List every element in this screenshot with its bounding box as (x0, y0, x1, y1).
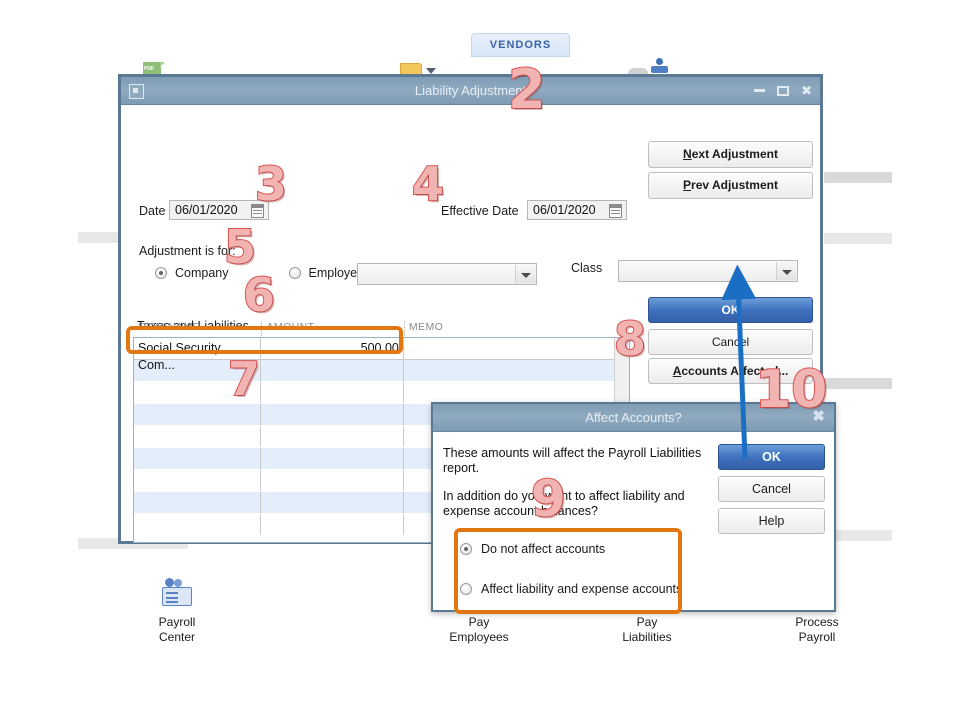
dialog-text-primary: These amounts will affect the Payroll Li… (443, 446, 702, 475)
footer-payroll-center[interactable]: Payroll Center (145, 615, 209, 645)
radio-employee[interactable] (288, 267, 301, 279)
radio-employee-label: Employee (308, 266, 365, 280)
date-input[interactable]: 06/01/2020 (169, 200, 269, 220)
person-body (651, 66, 668, 73)
maximize-icon[interactable] (777, 85, 790, 96)
annotation-5: 5 (223, 219, 257, 275)
cell-amount[interactable] (261, 360, 404, 381)
cell-amount[interactable] (261, 514, 404, 535)
cell-amount[interactable] (261, 382, 404, 403)
cell-amount[interactable] (261, 404, 404, 425)
radio-affect-accounts-label: Affect liability and expense accounts (481, 582, 683, 596)
radio-do-not-affect-accounts[interactable] (460, 543, 472, 555)
annotation-2: 2 (507, 57, 547, 122)
chevron-down-icon[interactable] (515, 265, 535, 283)
accel-key: N (683, 147, 692, 161)
footer-label-line1: Pay (468, 615, 490, 629)
vendors-tab[interactable]: VENDORS (471, 33, 570, 57)
employee-select[interactable] (357, 263, 537, 285)
prev-adjustment-button[interactable]: Prev Adjustment (648, 172, 813, 199)
label-rest: ext Adjustment (691, 147, 778, 161)
dialog-help-button[interactable]: Help (718, 508, 825, 534)
cell-item-name[interactable] (134, 492, 262, 513)
table-row[interactable] (134, 360, 615, 382)
annotation-8: 8 (613, 311, 647, 367)
annotation-6: 6 (242, 267, 276, 323)
cell-memo[interactable] (404, 338, 615, 359)
table-row[interactable] (134, 382, 615, 404)
cell-amount[interactable] (261, 448, 404, 469)
chevron-down-icon[interactable] (776, 262, 796, 280)
calendar-icon[interactable] (609, 204, 622, 218)
annotation-9: 9 (530, 469, 567, 529)
window-controls: ✖ (754, 77, 812, 104)
cell-item-name[interactable] (134, 470, 262, 491)
annotation-10: 10 (754, 359, 828, 421)
cell-amount[interactable] (261, 470, 404, 491)
grid-header: ITEM NAME AMOUNT MEMO (134, 321, 629, 336)
footer-label-line2: Payroll (798, 630, 836, 644)
background-band (824, 172, 892, 183)
background-band (824, 378, 892, 389)
radio-affect-liability-expense-accounts[interactable] (460, 583, 472, 595)
cell-amount[interactable] (261, 426, 404, 447)
radio-do-not-affect-row[interactable]: Do not affect accounts (460, 542, 682, 556)
footer-label-line2: Center (158, 630, 196, 644)
footer-pay-employees[interactable]: Pay Employees (440, 615, 518, 645)
close-icon[interactable]: ✖ (801, 84, 812, 97)
affect-accounts-dialog: Affect Accounts? ✖ These amounts will af… (431, 402, 836, 612)
column-header-amount: AMOUNT (261, 321, 403, 336)
cell-amount[interactable]: 500.00 (261, 338, 404, 359)
payroll-center-icon[interactable] (160, 578, 194, 608)
window-titlebar: Liability Adjustment ✖ (121, 77, 820, 105)
cell-item-name[interactable] (134, 426, 262, 447)
class-label: Class (571, 261, 603, 275)
affect-accounts-radio-group: Do not affect accounts Affect liability … (460, 542, 682, 622)
dialog-body: These amounts will affect the Payroll Li… (433, 432, 834, 611)
person-head-icon (165, 578, 174, 587)
cell-memo[interactable] (404, 382, 615, 403)
footer-label-line1: Process (795, 615, 839, 629)
cell-amount[interactable] (261, 492, 404, 513)
footer-label-line2: Employees (449, 630, 509, 644)
dialog-cancel-button[interactable]: Cancel (718, 476, 825, 502)
background-band (824, 233, 892, 244)
footer-process-payroll[interactable]: Process Payroll (778, 615, 856, 645)
effective-date-label: Effective Date (441, 204, 519, 218)
minimize-icon[interactable] (754, 89, 766, 92)
annotation-3: 3 (254, 156, 288, 212)
card-icon (162, 587, 192, 606)
column-header-memo: MEMO (403, 321, 629, 336)
person-head-icon (174, 579, 182, 587)
cell-item-name[interactable] (134, 404, 262, 425)
window-title: Liability Adjustment (414, 83, 527, 98)
accel-key: P (683, 178, 692, 192)
annotation-7: 7 (227, 351, 261, 407)
cell-memo[interactable] (404, 360, 615, 381)
dialog-text-secondary: In addition do you want to affect liabil… (443, 489, 685, 518)
annotation-4: 4 (411, 156, 445, 212)
footer-label-line2: Liabilities (622, 630, 672, 644)
cell-item-name[interactable] (134, 514, 262, 535)
radio-affect-accounts-row[interactable]: Affect liability and expense accounts (460, 582, 682, 596)
footer-label-line1: Pay (636, 615, 658, 629)
footer-label-line1: Payroll (158, 615, 196, 629)
person-head (656, 58, 663, 65)
next-adjustment-button[interactable]: Next Adjustment (648, 141, 813, 168)
label-rest: rev Adjustment (691, 178, 778, 192)
table-row[interactable]: Social Security Com... 500.00 (134, 338, 615, 372)
date-value: 06/01/2020 (175, 203, 238, 217)
footer-pay-liabilities[interactable]: Pay Liabilities (608, 615, 686, 645)
column-header-item-name: ITEM NAME (138, 321, 200, 333)
date-label: Date (139, 204, 166, 218)
radio-company[interactable] (155, 267, 167, 279)
radio-do-not-affect-label: Do not affect accounts (481, 542, 606, 556)
cell-item-name[interactable] (134, 448, 262, 469)
effective-date-input[interactable]: 06/01/2020 (527, 200, 627, 220)
radio-company-label: Company (175, 266, 229, 280)
effective-date-value: 06/01/2020 (533, 203, 596, 217)
adjustment-for-label: Adjustment is for: (139, 244, 236, 258)
